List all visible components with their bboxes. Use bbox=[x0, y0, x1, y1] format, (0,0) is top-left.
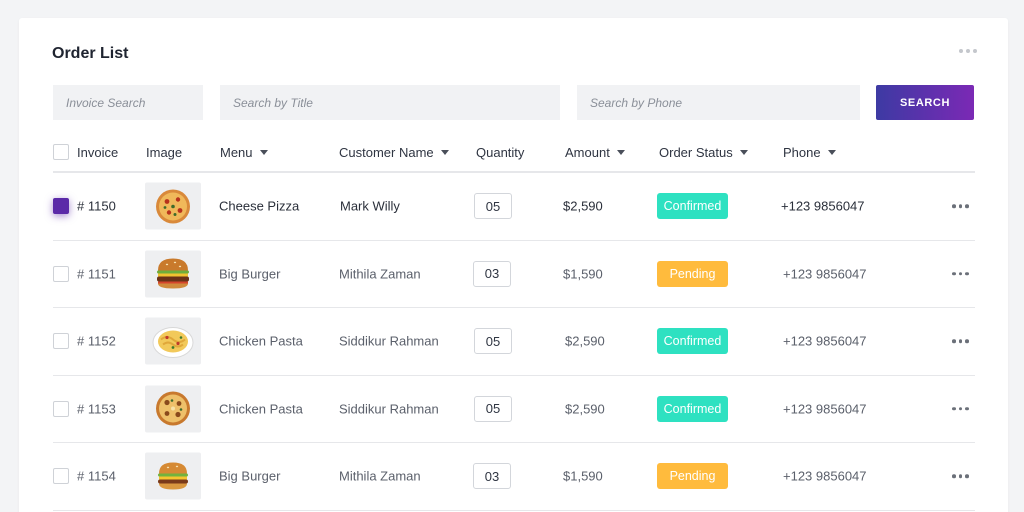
order-list-card: Order List SEARCH Invoice Image Menu Cus… bbox=[19, 18, 1008, 512]
amount: $2,590 bbox=[565, 401, 605, 417]
row-checkbox[interactable] bbox=[53, 468, 69, 485]
quantity-field[interactable]: 05 bbox=[474, 328, 512, 355]
invoice-search-input[interactable] bbox=[53, 85, 203, 120]
menu-name: Big Burger bbox=[219, 468, 281, 484]
column-menu-sort[interactable]: Menu bbox=[220, 145, 268, 160]
column-phone-sort[interactable]: Phone bbox=[783, 145, 836, 160]
table-row[interactable]: # 1153 Chicken Pasta Siddikur Rahman 05 … bbox=[53, 376, 975, 443]
phone-number: +123 9856047 bbox=[783, 468, 867, 484]
amount: $1,590 bbox=[563, 468, 603, 484]
phone-number: +123 9856047 bbox=[783, 266, 867, 282]
amount: $2,590 bbox=[565, 333, 605, 349]
row-actions-icon[interactable] bbox=[952, 474, 969, 478]
invoice-number: # 1152 bbox=[77, 333, 116, 349]
customer-name: Siddikur Rahman bbox=[339, 333, 439, 349]
quantity-field[interactable]: 03 bbox=[473, 260, 511, 287]
table-header: Invoice Image Menu Customer Name Quantit… bbox=[53, 133, 975, 173]
row-actions-icon[interactable] bbox=[952, 339, 969, 343]
invoice-number: # 1153 bbox=[77, 401, 116, 417]
burger-icon bbox=[145, 452, 201, 500]
caret-down-icon bbox=[616, 150, 625, 155]
pizza-icon bbox=[145, 385, 201, 433]
pasta-icon bbox=[145, 317, 201, 365]
table-row[interactable]: # 1154 Big Burger Mithila Zaman 03 $1,59… bbox=[53, 443, 975, 511]
caret-down-icon bbox=[827, 150, 836, 155]
row-actions-icon[interactable] bbox=[952, 407, 969, 411]
row-actions-icon[interactable] bbox=[952, 204, 969, 208]
caret-down-icon bbox=[440, 150, 449, 155]
menu-name: Chicken Pasta bbox=[219, 401, 303, 417]
row-checkbox[interactable] bbox=[53, 198, 69, 215]
status-badge: Confirmed bbox=[657, 328, 728, 355]
status-badge: Pending bbox=[657, 260, 728, 287]
row-checkbox[interactable] bbox=[53, 265, 69, 282]
title-search-input[interactable] bbox=[220, 85, 560, 120]
row-actions-icon[interactable] bbox=[952, 272, 969, 276]
column-status-sort[interactable]: Order Status bbox=[659, 145, 748, 160]
phone-number: +123 9856047 bbox=[783, 401, 867, 417]
menu-name: Big Burger bbox=[219, 266, 281, 282]
phone-search-input[interactable] bbox=[577, 85, 860, 120]
menu-name: Chicken Pasta bbox=[219, 333, 303, 349]
row-checkbox[interactable] bbox=[53, 400, 69, 417]
orders-table: Invoice Image Menu Customer Name Quantit… bbox=[53, 133, 975, 511]
more-options-icon[interactable] bbox=[959, 49, 977, 53]
column-quantity: Quantity bbox=[476, 145, 525, 160]
amount: $1,590 bbox=[563, 266, 603, 282]
quantity-field[interactable]: 03 bbox=[473, 463, 511, 490]
column-customer-sort[interactable]: Customer Name bbox=[339, 145, 449, 160]
phone-number: +123 9856047 bbox=[783, 333, 867, 349]
customer-name: Mark Willy bbox=[340, 198, 400, 214]
invoice-number: # 1150 bbox=[77, 198, 116, 214]
pizza-icon bbox=[145, 182, 201, 230]
search-button[interactable]: SEARCH bbox=[876, 85, 974, 120]
page-title: Order List bbox=[52, 45, 129, 62]
select-all-checkbox[interactable] bbox=[53, 144, 69, 160]
customer-name: Mithila Zaman bbox=[339, 266, 421, 282]
phone-number: +123 9856047 bbox=[781, 198, 865, 214]
status-badge: Confirmed bbox=[657, 193, 728, 220]
invoice-number: # 1151 bbox=[77, 266, 116, 282]
invoice-number: # 1154 bbox=[77, 468, 116, 484]
customer-name: Siddikur Rahman bbox=[339, 401, 439, 417]
burger-icon bbox=[145, 250, 201, 298]
column-image: Image bbox=[146, 145, 183, 160]
quantity-field[interactable]: 05 bbox=[474, 395, 512, 422]
table-row[interactable]: # 1152 Chicken Pasta Siddikur Rahman 05 … bbox=[53, 308, 975, 376]
column-invoice: Invoice bbox=[77, 145, 119, 160]
customer-name: Mithila Zaman bbox=[339, 468, 421, 484]
amount: $2,590 bbox=[563, 198, 603, 214]
caret-down-icon bbox=[259, 150, 268, 155]
column-amount-sort[interactable]: Amount bbox=[565, 145, 625, 160]
table-row[interactable]: # 1150 Cheese Pizza Mark Willy 05 $2,590… bbox=[53, 173, 975, 241]
menu-name: Cheese Pizza bbox=[219, 198, 300, 214]
status-badge: Confirmed bbox=[657, 395, 728, 422]
status-badge: Pending bbox=[657, 463, 728, 490]
quantity-field[interactable]: 05 bbox=[474, 193, 512, 220]
row-checkbox[interactable] bbox=[53, 333, 69, 350]
caret-down-icon bbox=[739, 150, 748, 155]
table-row[interactable]: # 1151 Big Burger Mithila Zaman 03 $1,59… bbox=[53, 241, 975, 308]
